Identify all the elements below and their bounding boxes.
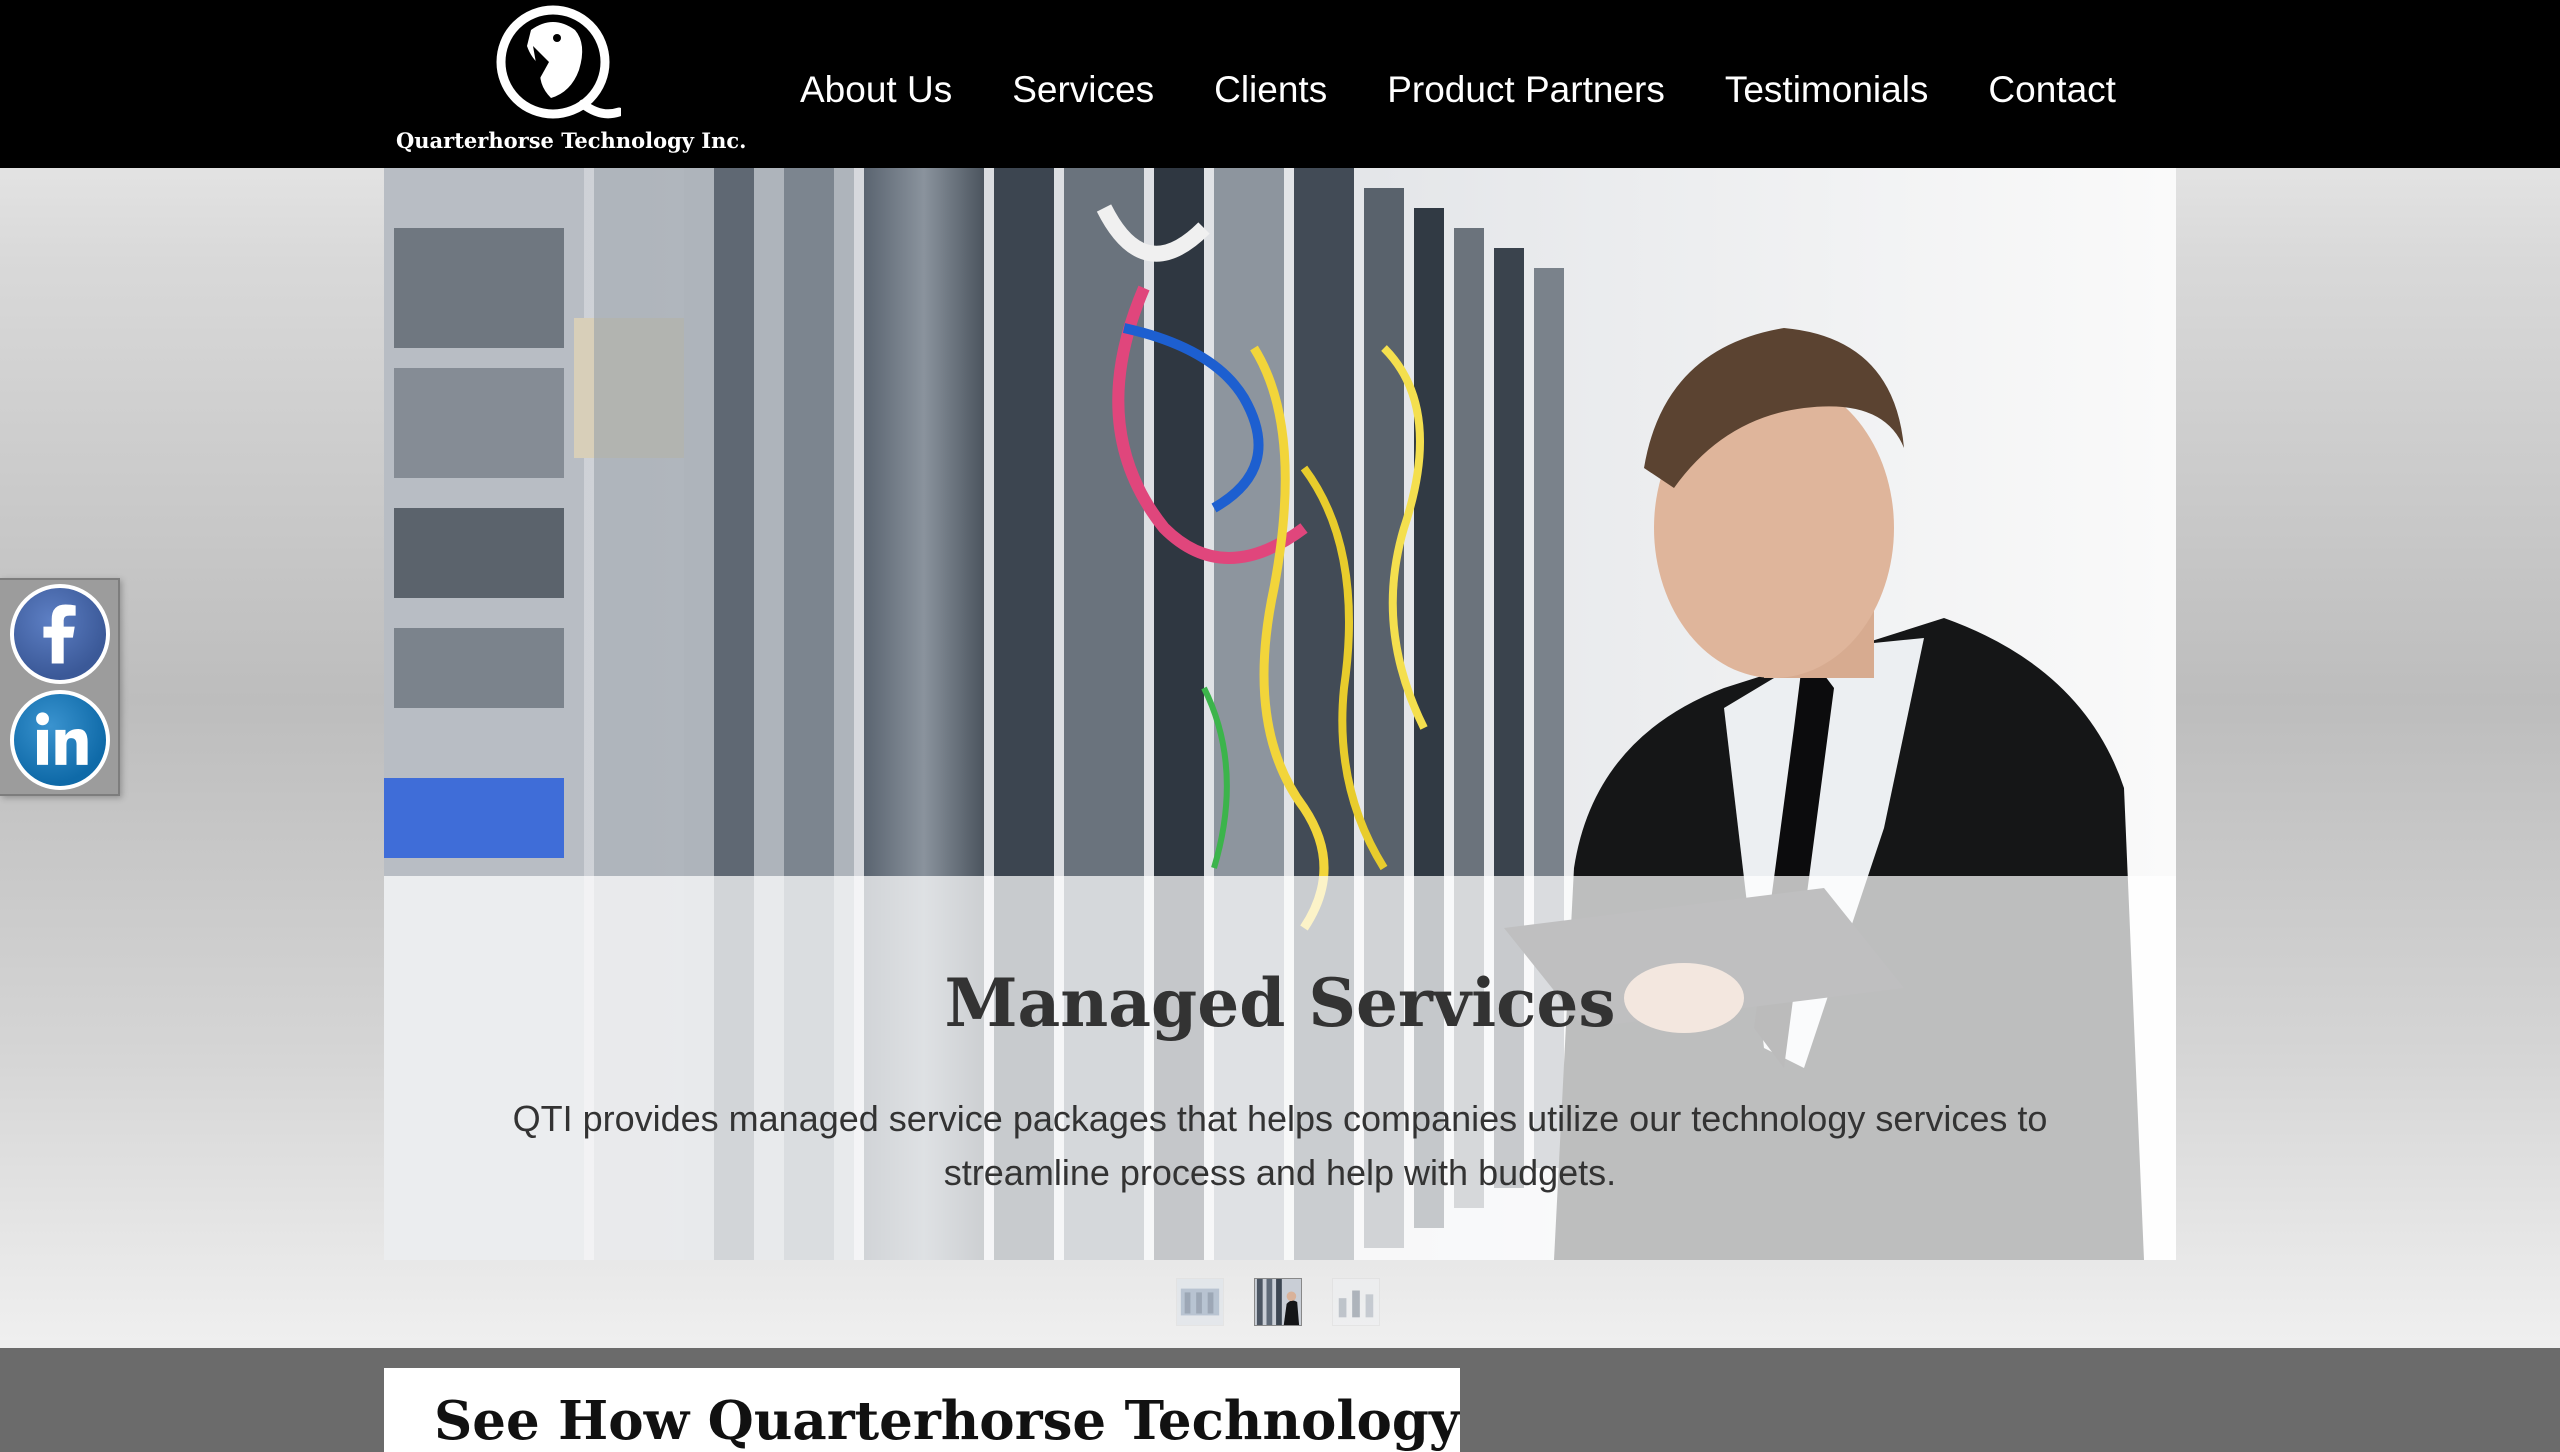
nav-contact[interactable]: Contact	[1988, 69, 2116, 111]
slide-description: QTI provides managed service packages th…	[512, 1098, 2048, 1193]
brand-name: Quarterhorse Technology Inc.	[396, 128, 747, 153]
slide-thumbnail-2[interactable]	[1254, 1278, 1302, 1326]
hero-slider: Managed Services QTI provides managed se…	[384, 168, 2176, 1260]
nav-services[interactable]: Services	[1012, 69, 1154, 111]
slider-thumbnails	[1176, 1278, 1380, 1330]
horse-head-q-logo-icon	[496, 5, 621, 119]
nav-about-us[interactable]: About Us	[800, 69, 952, 111]
nav-product-partners[interactable]: Product Partners	[1387, 69, 1665, 111]
nav-testimonials[interactable]: Testimonials	[1725, 69, 1929, 111]
slide-thumbnail-3[interactable]	[1332, 1278, 1380, 1326]
facebook-icon	[43, 604, 76, 664]
site-header: Quarterhorse Technology Inc. About Us Se…	[0, 0, 2560, 168]
social-sidebar	[0, 578, 120, 796]
slide-thumbnail-1[interactable]	[1176, 1278, 1224, 1326]
promo-card: See How Quarterhorse Technology Can	[384, 1368, 1460, 1452]
linkedin-icon	[36, 712, 88, 765]
nav-clients[interactable]: Clients	[1214, 69, 1327, 111]
slide-caption: Managed Services QTI provides managed se…	[384, 876, 2176, 1260]
facebook-button[interactable]	[10, 584, 110, 684]
slide-title: Managed Services	[944, 964, 1616, 1042]
logo[interactable]: Quarterhorse Technology Inc.	[396, 0, 747, 168]
promo-title: See How Quarterhorse Technology Can	[434, 1390, 1460, 1452]
linkedin-button[interactable]	[10, 690, 110, 790]
main-nav: About Us Services Clients Product Partne…	[800, 60, 2116, 120]
